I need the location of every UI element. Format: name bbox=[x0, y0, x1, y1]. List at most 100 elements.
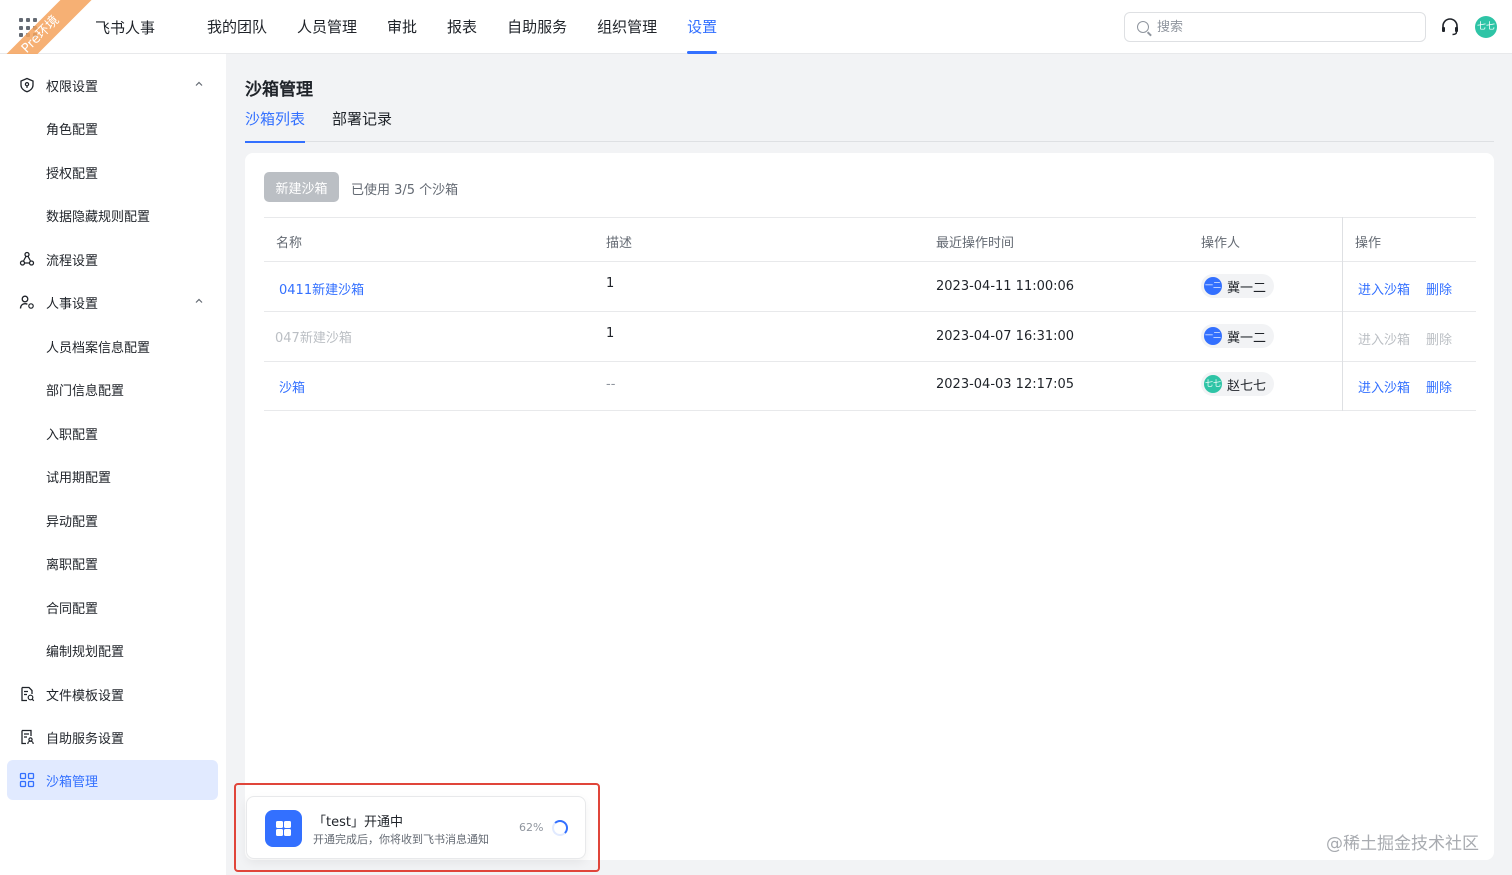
operator-name: 冀一二 bbox=[1227, 330, 1267, 346]
sidebar-item-contract-config[interactable]: 合同配置 bbox=[7, 587, 218, 627]
sidebar-item-onboarding-config[interactable]: 入职配置 bbox=[7, 413, 218, 453]
sidebar-item-profile-config[interactable]: 人员档案信息配置 bbox=[7, 326, 218, 366]
shield-icon bbox=[20, 77, 34, 93]
file-template-icon bbox=[21, 686, 35, 702]
sidebar-item-hr-settings[interactable]: 人事设置 bbox=[7, 282, 218, 322]
delete-link[interactable]: 删除 bbox=[1426, 279, 1452, 298]
tab-bar: 沙箱列表 部署记录 bbox=[245, 108, 1494, 143]
sandbox-desc: 1 bbox=[606, 276, 615, 291]
page-title: 沙箱管理 bbox=[245, 80, 313, 100]
workflow-icon bbox=[19, 251, 35, 266]
table-row: 047新建沙箱 1 2023-04-07 16:31:00 一二 冀一二 进入沙… bbox=[264, 312, 1476, 362]
sidebar-item-label: 权限设置 bbox=[46, 79, 99, 95]
nav-settings[interactable]: 设置 bbox=[672, 0, 732, 54]
nav-organization[interactable]: 组织管理 bbox=[582, 0, 672, 54]
sidebar-item-headcount-config[interactable]: 编制规划配置 bbox=[7, 630, 218, 670]
operator-chip: 一二 冀一二 bbox=[1201, 274, 1275, 298]
col-actions: 操作 bbox=[1355, 236, 1382, 251]
table-row: 沙箱 -- 2023-04-03 12:17:05 七七 赵七七 进入沙箱 删除 bbox=[264, 362, 1476, 411]
sandbox-name-link[interactable]: 0411新建沙箱 bbox=[279, 279, 364, 298]
sandbox-time: 2023-04-07 16:31:00 bbox=[936, 329, 1075, 344]
search-box bbox=[1124, 12, 1426, 42]
sidebar-item-auth-config[interactable]: 授权配置 bbox=[7, 152, 218, 192]
enter-sandbox-link[interactable]: 进入沙箱 bbox=[1358, 279, 1410, 298]
nav-self-service[interactable]: 自助服务 bbox=[492, 0, 582, 54]
toast-description: 开通完成后，你将收到飞书消息通知 bbox=[313, 833, 489, 846]
nav-reports[interactable]: 报表 bbox=[432, 0, 492, 54]
tab-sandbox-list[interactable]: 沙箱列表 bbox=[245, 108, 306, 143]
table-row: 0411新建沙箱 1 2023-04-11 11:00:06 一二 冀一二 进入… bbox=[264, 262, 1476, 312]
toast-progress: 62% bbox=[519, 821, 544, 834]
sidebar-item-permission-settings[interactable]: 权限设置 bbox=[7, 65, 218, 105]
sidebar-item-offboarding-config[interactable]: 离职配置 bbox=[7, 543, 218, 583]
chevron-up-icon bbox=[195, 81, 203, 86]
search-input[interactable] bbox=[1157, 13, 1417, 41]
sidebar-item-label: 数据隐藏规则配置 bbox=[46, 209, 151, 225]
watermark: @稀土掘金技术社区 bbox=[1326, 834, 1479, 854]
sandbox-name-link: 047新建沙箱 bbox=[275, 331, 352, 346]
provisioning-toast: 「test」开通中 开通完成后，你将收到飞书消息通知 62% bbox=[246, 796, 586, 859]
delete-link: 删除 bbox=[1426, 333, 1453, 348]
user-settings-icon bbox=[19, 295, 34, 309]
operator-name: 赵七七 bbox=[1227, 378, 1267, 394]
user-avatar[interactable]: 七七 bbox=[1475, 16, 1497, 38]
sidebar-item-role-config[interactable]: 角色配置 bbox=[7, 108, 218, 148]
sidebar-item-transfer-config[interactable]: 异动配置 bbox=[7, 500, 218, 540]
search-icon bbox=[1137, 21, 1149, 33]
sandbox-desc: -- bbox=[606, 377, 616, 392]
brand-name: 飞书人事 bbox=[95, 19, 156, 37]
sidebar-item-label: 离职配置 bbox=[46, 557, 99, 573]
headset-icon[interactable] bbox=[1440, 17, 1460, 37]
loading-spinner-icon bbox=[552, 820, 568, 836]
self-service-icon bbox=[21, 729, 34, 745]
sidebar-item-label: 部门信息配置 bbox=[46, 383, 125, 399]
avatar: 一二 bbox=[1204, 327, 1222, 345]
sandbox-desc: 1 bbox=[606, 326, 615, 341]
operator-name: 冀一二 bbox=[1227, 280, 1267, 296]
sidebar-item-data-masking[interactable]: 数据隐藏规则配置 bbox=[7, 195, 218, 235]
top-bar: 飞书人事 我的团队 人员管理 审批 报表 自助服务 组织管理 设置 七七 bbox=[0, 0, 1512, 54]
sandbox-name-link[interactable]: 沙箱 bbox=[279, 377, 305, 396]
sidebar-item-file-template[interactable]: 文件模板设置 bbox=[7, 674, 218, 714]
operator-chip: 一二 冀一二 bbox=[1201, 324, 1275, 348]
nav-my-team[interactable]: 我的团队 bbox=[192, 0, 282, 54]
sidebar-item-label: 流程设置 bbox=[46, 253, 99, 269]
sidebar-item-label: 入职配置 bbox=[46, 427, 99, 443]
sidebar-item-label: 文件模板设置 bbox=[46, 688, 125, 704]
tab-deploy-records[interactable]: 部署记录 bbox=[332, 108, 392, 142]
sidebar-item-workflow-settings[interactable]: 流程设置 bbox=[7, 239, 218, 279]
sidebar-item-sandbox-management[interactable]: 沙箱管理 bbox=[7, 760, 218, 800]
new-sandbox-button[interactable]: 新建沙箱 bbox=[264, 172, 339, 202]
avatar: 一二 bbox=[1204, 277, 1222, 295]
sidebar-item-label: 试用期配置 bbox=[46, 470, 112, 486]
operator-chip: 七七 赵七七 bbox=[1201, 372, 1275, 396]
sandbox-card: 新建沙箱 已使用 3/5 个沙箱 名称 描述 最近操作时间 操作人 操作 041… bbox=[245, 153, 1494, 860]
grid-icon bbox=[19, 772, 35, 788]
sidebar-item-label: 合同配置 bbox=[46, 601, 99, 617]
sidebar-item-label: 授权配置 bbox=[46, 166, 99, 182]
app-grid-icon bbox=[265, 810, 302, 847]
chevron-up-icon bbox=[195, 298, 203, 303]
avatar: 七七 bbox=[1204, 375, 1222, 393]
sidebar-item-label: 自助服务设置 bbox=[46, 731, 125, 747]
sidebar-item-label: 人员档案信息配置 bbox=[46, 340, 151, 356]
nav-approval[interactable]: 审批 bbox=[372, 0, 432, 54]
nav-personnel[interactable]: 人员管理 bbox=[282, 0, 372, 54]
sidebar: 权限设置 角色配置 授权配置 数据隐藏规则配置 流程设置 人事设置 人员档案信息… bbox=[0, 54, 226, 875]
sidebar-item-label: 编制规划配置 bbox=[46, 644, 125, 660]
column-divider bbox=[1342, 217, 1343, 411]
top-nav: 我的团队 人员管理 审批 报表 自助服务 组织管理 设置 bbox=[192, 0, 732, 54]
enter-sandbox-link[interactable]: 进入沙箱 bbox=[1358, 377, 1410, 396]
app-grid-icon[interactable] bbox=[19, 18, 39, 38]
sidebar-item-label: 沙箱管理 bbox=[46, 774, 99, 790]
col-operator: 操作人 bbox=[1201, 236, 1241, 251]
col-name: 名称 bbox=[276, 236, 303, 251]
sidebar-item-label: 角色配置 bbox=[46, 122, 99, 138]
usage-text: 已使用 3/5 个沙箱 bbox=[351, 183, 459, 198]
sidebar-item-department-config[interactable]: 部门信息配置 bbox=[7, 369, 218, 409]
delete-link[interactable]: 删除 bbox=[1426, 377, 1452, 396]
sandbox-time: 2023-04-11 11:00:06 bbox=[936, 279, 1075, 294]
table-header: 名称 描述 最近操作时间 操作人 操作 bbox=[264, 217, 1476, 262]
sidebar-item-self-service-settings[interactable]: 自助服务设置 bbox=[7, 717, 218, 757]
sidebar-item-probation-config[interactable]: 试用期配置 bbox=[7, 456, 218, 496]
